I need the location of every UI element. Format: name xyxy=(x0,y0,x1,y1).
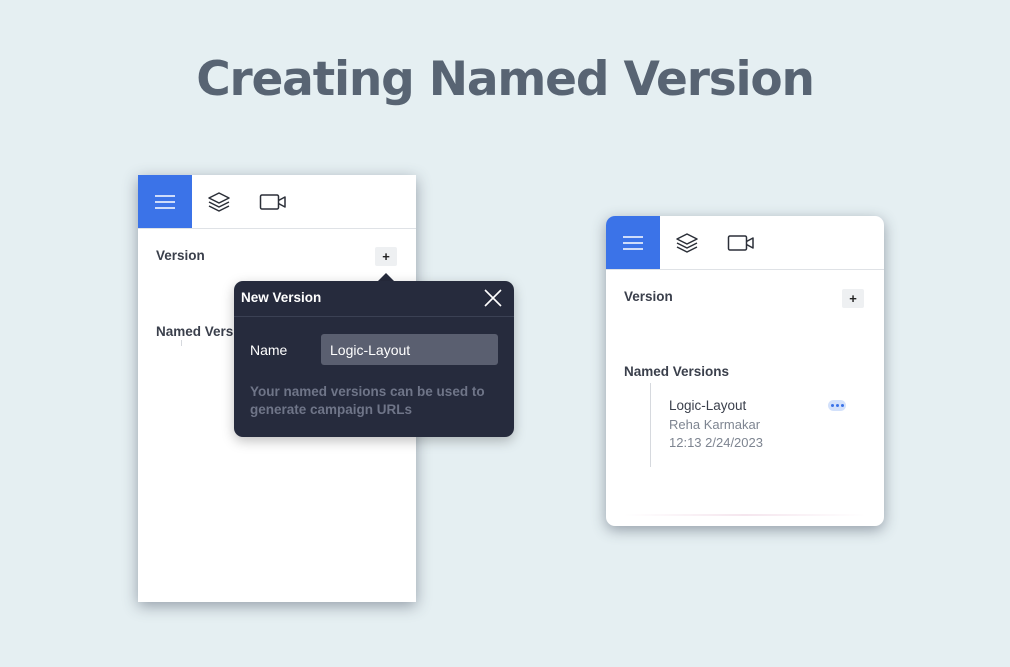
video-tab[interactable] xyxy=(246,175,300,228)
menu-icon xyxy=(623,235,643,250)
add-version-button[interactable]: + xyxy=(842,289,864,308)
version-label: Version xyxy=(624,289,673,304)
new-version-dialog: New Version Name Your named versions can… xyxy=(234,281,514,437)
named-versions-label: Named Vers xyxy=(156,324,234,339)
right-version-panel: Version + Named Versions Logic-Layout Re… xyxy=(606,216,884,526)
version-item-name[interactable]: Logic-Layout xyxy=(669,398,746,413)
version-item-author: Reha Karmakar xyxy=(669,417,761,432)
menu-tab[interactable] xyxy=(606,216,660,269)
version-label: Version xyxy=(156,248,205,263)
version-name-input[interactable] xyxy=(321,334,498,365)
panel-toolbar xyxy=(606,216,884,270)
video-icon xyxy=(727,234,754,251)
close-button[interactable] xyxy=(483,288,503,308)
layers-tab[interactable] xyxy=(660,216,714,269)
layers-icon xyxy=(208,191,230,212)
layers-icon xyxy=(676,232,698,253)
dialog-help-text: Your named versions can be used to gener… xyxy=(250,384,485,417)
layers-tab[interactable] xyxy=(192,175,246,228)
menu-tab[interactable] xyxy=(138,175,192,228)
tree-line xyxy=(181,340,182,346)
panel-toolbar xyxy=(138,175,416,229)
menu-icon xyxy=(155,194,175,209)
add-version-button[interactable]: + xyxy=(375,247,397,266)
named-versions-label: Named Versions xyxy=(624,364,730,379)
close-icon xyxy=(484,289,502,307)
divider xyxy=(624,514,866,516)
name-label: Name xyxy=(250,342,288,358)
more-icon xyxy=(830,404,844,407)
page-title: Creating Named Version xyxy=(196,52,815,107)
version-more-button[interactable] xyxy=(828,400,846,411)
video-icon xyxy=(259,193,286,210)
version-item-timestamp: 12:13 2/24/2023 xyxy=(669,435,763,450)
dialog-title: New Version xyxy=(241,290,322,305)
tree-line xyxy=(650,383,651,467)
dialog-header: New Version xyxy=(234,281,514,317)
video-tab[interactable] xyxy=(714,216,768,269)
